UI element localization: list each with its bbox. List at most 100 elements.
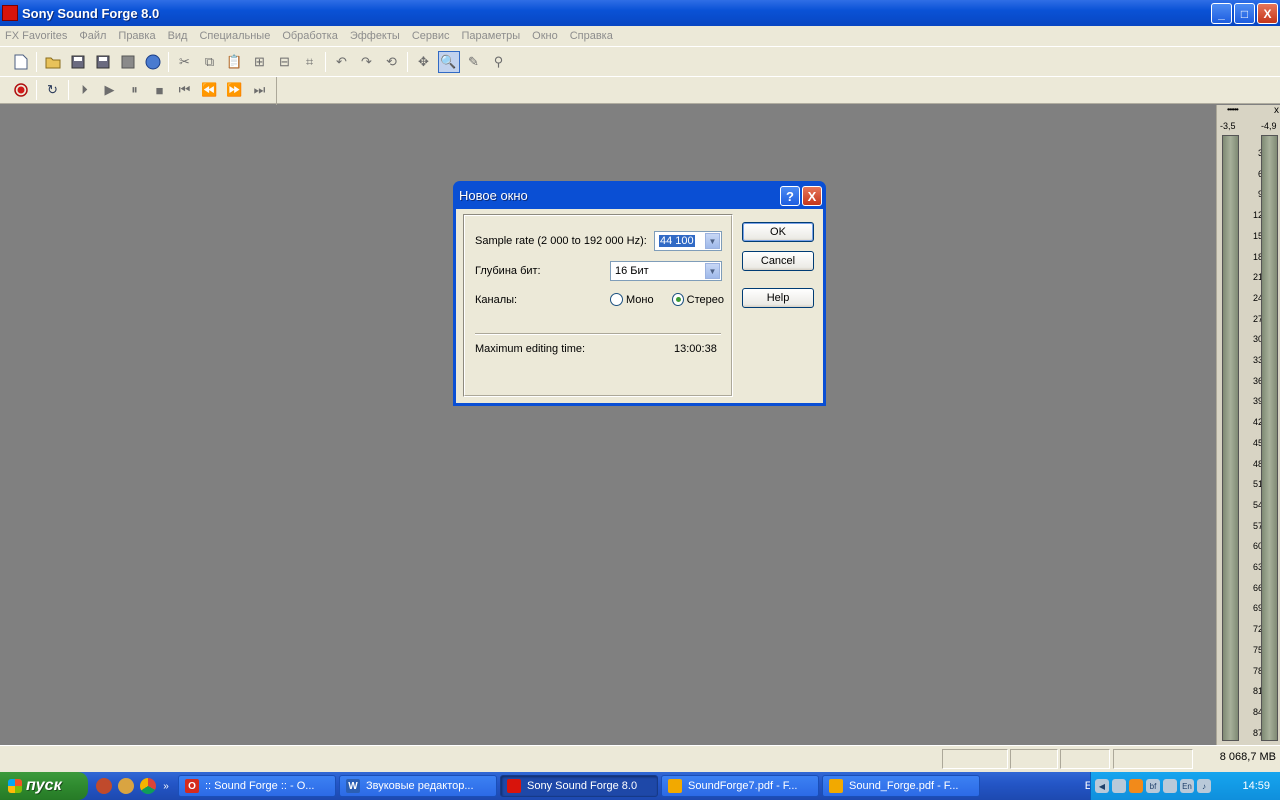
volume-icon[interactable]: ♪ bbox=[1197, 779, 1211, 793]
chevron-down-icon[interactable]: ▼ bbox=[705, 263, 720, 279]
meter-grip[interactable]: •••••• bbox=[1227, 105, 1239, 114]
repeat-icon[interactable]: ⟲ bbox=[381, 51, 403, 73]
go-to-end-icon[interactable]: ⏭ bbox=[249, 79, 271, 101]
redo-icon[interactable]: ↷ bbox=[356, 51, 378, 73]
quick-launch-more[interactable]: » bbox=[162, 778, 170, 794]
taskbar-button-pdf-1[interactable]: SoundForge7.pdf - F... bbox=[661, 775, 819, 797]
quick-launch: » bbox=[96, 778, 170, 794]
mix-icon[interactable]: ⊞ bbox=[249, 51, 271, 73]
peak-left-value[interactable]: -3,5 bbox=[1220, 121, 1236, 131]
go-to-start-icon[interactable]: ⏮ bbox=[174, 79, 196, 101]
meter-scale-tick: 48 bbox=[1252, 458, 1263, 469]
keyboard-layout-icon[interactable]: En bbox=[1180, 779, 1194, 793]
tray-app-icon[interactable] bbox=[1129, 779, 1143, 793]
menu-view[interactable]: Вид bbox=[168, 30, 188, 42]
tray-arrow-icon[interactable]: ◀ bbox=[1095, 779, 1109, 793]
menu-window[interactable]: Окно bbox=[532, 30, 558, 42]
memory-status: 8 068,7 MB bbox=[1219, 751, 1276, 763]
taskbar-button-sound-forge[interactable]: Sony Sound Forge 8.0 bbox=[500, 775, 658, 797]
meter-scale-tick: 30 bbox=[1252, 334, 1263, 345]
ok-button[interactable]: OK bbox=[742, 222, 814, 242]
start-button[interactable]: пуск bbox=[0, 772, 88, 800]
pencil-tool-icon[interactable]: ✎ bbox=[463, 51, 485, 73]
save-icon[interactable] bbox=[67, 51, 89, 73]
stereo-radio-dot[interactable] bbox=[672, 293, 684, 306]
play-all-icon[interactable]: ⏵ bbox=[74, 79, 96, 101]
tray-app-icon[interactable] bbox=[1163, 779, 1177, 793]
bit-depth-value: 16 Бит bbox=[615, 265, 649, 277]
status-bar: 8 068,7 MB bbox=[0, 745, 1280, 772]
save-all-icon[interactable] bbox=[117, 51, 139, 73]
open-folder-icon[interactable] bbox=[42, 51, 64, 73]
new-file-icon[interactable] bbox=[10, 51, 32, 73]
menu-help[interactable]: Справка bbox=[570, 30, 613, 42]
taskbar-button-label: SoundForge7.pdf - F... bbox=[688, 780, 798, 792]
menu-special[interactable]: Специальные bbox=[199, 30, 270, 42]
meter-scale-tick: 15 bbox=[1252, 230, 1263, 241]
network-icon[interactable] bbox=[1112, 779, 1126, 793]
menu-tools[interactable]: Сервис bbox=[412, 30, 450, 42]
paste-icon[interactable]: 📋 bbox=[224, 51, 246, 73]
menu-effects[interactable]: Эффекты bbox=[350, 30, 400, 42]
chevron-down-icon[interactable]: ▼ bbox=[705, 233, 720, 249]
meter-scale-tick: 27 bbox=[1252, 313, 1263, 324]
menu-fx-favorites[interactable]: FX Favorites bbox=[5, 30, 67, 42]
tray-app-icon[interactable]: bf bbox=[1146, 779, 1160, 793]
fast-forward-icon[interactable]: ⏩ bbox=[224, 79, 246, 101]
minimize-button[interactable]: _ bbox=[1211, 3, 1232, 24]
status-cell bbox=[1113, 749, 1193, 769]
meter-bar-left bbox=[1222, 135, 1239, 741]
sample-rate-value[interactable]: 44 100 bbox=[659, 235, 695, 247]
toolbar-separator bbox=[36, 51, 37, 72]
meter-scale-tick: 84 bbox=[1252, 706, 1263, 717]
meter-scale-tick: 3 bbox=[1243, 148, 1263, 158]
peak-right-value[interactable]: -4,9 bbox=[1261, 121, 1277, 131]
save-as-icon[interactable] bbox=[92, 51, 114, 73]
sample-rate-combo[interactable]: 44 100 ▼ bbox=[654, 231, 722, 251]
meter-scale-tick: 39 bbox=[1252, 396, 1263, 407]
menu-file[interactable]: Файл bbox=[79, 30, 106, 42]
maximize-button[interactable]: □ bbox=[1234, 3, 1255, 24]
record-icon[interactable] bbox=[10, 79, 32, 101]
menu-process[interactable]: Обработка bbox=[282, 30, 337, 42]
magnify-tool-icon[interactable]: 🔍 bbox=[437, 50, 460, 73]
toolbar-separator bbox=[325, 51, 326, 72]
trim-crop-icon[interactable]: ⌗ bbox=[299, 51, 321, 73]
chrome-icon[interactable] bbox=[140, 778, 156, 794]
mono-radio[interactable]: Моно bbox=[610, 293, 666, 306]
play-meter: •••••• x -3,5 -4,9 369121518212427303336… bbox=[1216, 105, 1280, 745]
taskbar-button-word[interactable]: W Звуковые редактор... bbox=[339, 775, 497, 797]
sound-forge-app-icon[interactable] bbox=[2, 5, 18, 21]
show-desktop-icon[interactable] bbox=[96, 778, 112, 794]
help-button[interactable]: Help bbox=[742, 288, 814, 308]
menu-options[interactable]: Параметры bbox=[462, 30, 521, 42]
bit-depth-label: Глубина бит: bbox=[475, 265, 541, 277]
close-button[interactable]: X bbox=[1257, 3, 1278, 24]
pause-icon[interactable]: ⏸ bbox=[124, 79, 146, 101]
loop-playback-icon[interactable]: ↻ bbox=[42, 79, 64, 101]
rewind-icon[interactable]: ⏪ bbox=[199, 79, 221, 101]
cut-icon[interactable]: ✂ bbox=[174, 51, 196, 73]
clock[interactable]: 14:59 bbox=[1242, 780, 1270, 792]
taskbar-button-opera[interactable]: O:: Sound Forge :: - O... bbox=[178, 775, 336, 797]
taskbar-button-pdf-2[interactable]: Sound_Forge.pdf - F... bbox=[822, 775, 980, 797]
dialog-help-icon[interactable]: ? bbox=[780, 186, 800, 206]
stereo-radio[interactable]: Стерео bbox=[672, 293, 724, 306]
dialog-close-icon[interactable]: X bbox=[802, 186, 822, 206]
menu-edit[interactable]: Правка bbox=[118, 30, 155, 42]
bit-depth-combo[interactable]: 16 Бит ▼ bbox=[610, 261, 722, 281]
undo-icon[interactable]: ↶ bbox=[331, 51, 353, 73]
paste-new-icon[interactable]: ⊟ bbox=[274, 51, 296, 73]
status-cell bbox=[942, 749, 1008, 769]
cancel-button[interactable]: Cancel bbox=[742, 251, 814, 271]
meter-scale-tick: 87 bbox=[1252, 727, 1263, 738]
render-as-icon[interactable] bbox=[142, 51, 164, 73]
copy-icon[interactable]: ⧉ bbox=[199, 51, 221, 73]
meter-close-icon[interactable]: x bbox=[1274, 105, 1279, 116]
mono-radio-dot[interactable] bbox=[610, 293, 623, 306]
play-icon[interactable]: ▶ bbox=[99, 79, 121, 101]
browser-icon[interactable] bbox=[118, 778, 134, 794]
envelope-tool-icon[interactable]: ⚲ bbox=[488, 51, 510, 73]
stop-icon[interactable]: ■ bbox=[149, 79, 171, 101]
edit-tool-icon[interactable]: ✥ bbox=[413, 51, 435, 73]
